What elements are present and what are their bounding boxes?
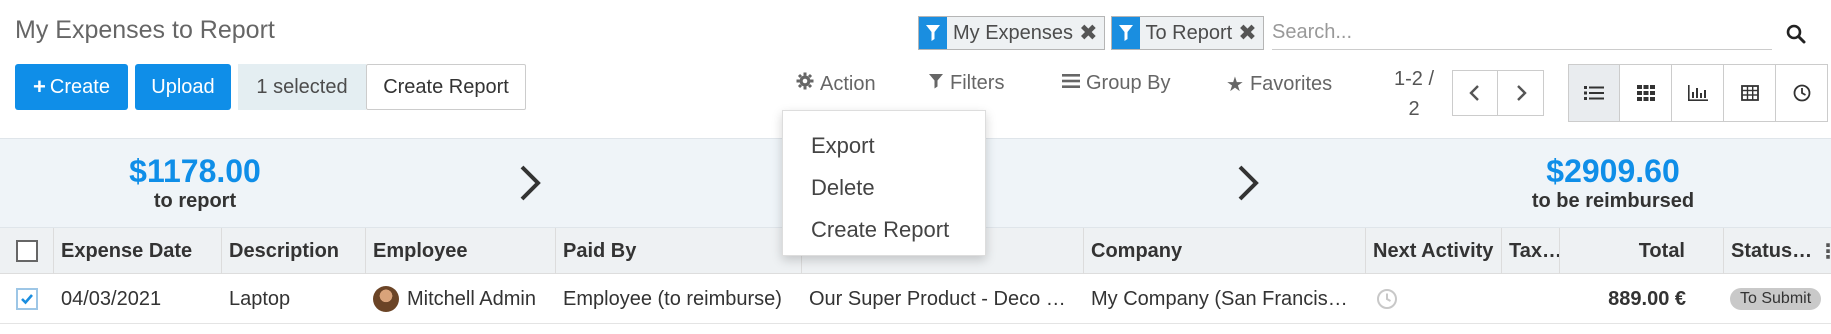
menu-item-export[interactable]: Export <box>783 125 985 167</box>
to-be-reimbursed-stat[interactable]: $2909.60 to be reimbursed <box>1518 153 1708 213</box>
cell-status: To Submit <box>1724 274 1831 324</box>
action-dropdown-menu: Export Delete Create Report <box>782 110 986 256</box>
kanban-view-button[interactable] <box>1620 64 1672 122</box>
create-button-label: Create <box>49 75 110 98</box>
menu-item-delete[interactable]: Delete <box>783 167 985 209</box>
column-header-paid-by[interactable]: Paid By <box>556 228 802 274</box>
column-header-next-activity[interactable]: Next Activity <box>1366 228 1502 274</box>
pager-total: 2 <box>1408 98 1420 120</box>
cell-description: Laptop <box>229 287 291 310</box>
filters-menu-label: Filters <box>950 72 1005 94</box>
create-button[interactable]: + Create <box>15 64 128 110</box>
search-facets: My Expenses ✖ To Report ✖ <box>918 16 1264 50</box>
clock-icon <box>1793 84 1810 102</box>
bar-chart-icon <box>1687 85 1708 101</box>
chevron-right-icon <box>520 165 541 201</box>
grid-icon <box>1636 85 1655 101</box>
select-all-cell <box>0 228 54 274</box>
graph-view-button[interactable] <box>1672 64 1724 122</box>
list-icon <box>1584 86 1604 100</box>
filter-icon <box>919 17 947 49</box>
to-report-stat[interactable]: $1178.00 to report <box>120 153 270 213</box>
close-icon[interactable]: ✖ <box>1236 17 1262 49</box>
pager-range: 1-2 / <box>1393 68 1435 90</box>
cell-next-activity <box>1366 274 1502 324</box>
check-icon <box>21 294 33 305</box>
selected-count-badge: 1 selected <box>238 64 366 110</box>
cell-company: My Company (San Francis… <box>1091 287 1348 310</box>
cell-tax <box>1502 274 1560 324</box>
column-header-expense-date[interactable]: Expense Date <box>54 228 222 274</box>
select-all-checkbox[interactable] <box>15 240 38 262</box>
avatar[interactable] <box>373 286 399 312</box>
clock-icon[interactable] <box>1376 288 1398 310</box>
search-input[interactable] <box>1272 16 1772 50</box>
column-header-tax[interactable]: Tax… <box>1502 228 1560 274</box>
column-header-company[interactable]: Company <box>1084 228 1366 274</box>
cell-expense-date: 04/03/2021 <box>61 287 162 310</box>
column-header-status-label: Status… <box>1731 239 1813 262</box>
pivot-view-button[interactable] <box>1724 64 1776 122</box>
view-switcher <box>1568 64 1828 122</box>
group-by-menu-label: Group By <box>1086 72 1171 94</box>
plus-icon: + <box>33 74 46 99</box>
pager-previous-button[interactable] <box>1452 70 1498 116</box>
column-header-status[interactable]: Status… ⋮ <box>1724 228 1831 274</box>
cell-employee: Mitchell Admin <box>366 274 556 324</box>
filter-icon <box>928 72 944 95</box>
search-icon[interactable] <box>1782 20 1810 48</box>
table-row[interactable]: 04/03/2021 Laptop Mitchell Admin Employe… <box>0 274 1831 324</box>
to-report-amount: $1178.00 <box>129 153 261 189</box>
column-header-employee[interactable]: Employee <box>366 228 556 274</box>
favorites-menu-label: Favorites <box>1249 73 1333 95</box>
list-view-button[interactable] <box>1568 64 1620 122</box>
activity-view-button[interactable] <box>1776 64 1828 122</box>
to-be-reimbursed-label: to be reimbursed <box>1531 190 1695 212</box>
employee-name: Mitchell Admin <box>407 287 536 310</box>
row-select-cell <box>0 274 54 324</box>
to-be-reimbursed-amount: $2909.60 <box>1546 153 1680 189</box>
table-icon <box>1740 85 1759 101</box>
action-menu-toggle[interactable]: Action <box>796 72 876 96</box>
group-by-menu-toggle[interactable]: Group By <box>1062 72 1170 95</box>
cell-product: Our Super Product - Deco … <box>809 287 1066 310</box>
facet-label: To Report <box>1145 21 1233 44</box>
star-icon: ★ <box>1226 74 1244 96</box>
column-header-total[interactable]: Total <box>1560 228 1724 274</box>
filter-icon <box>1111 17 1140 49</box>
pager-next-button[interactable] <box>1498 70 1544 116</box>
close-icon[interactable]: ✖ <box>1077 17 1103 49</box>
cell-total: 889.00 € <box>1608 287 1686 310</box>
facet-to-report[interactable]: To Report ✖ <box>1110 16 1264 50</box>
chevron-left-icon <box>1469 85 1479 101</box>
pager-value[interactable]: 1-2 / 2 <box>1378 64 1450 124</box>
status-badge: To Submit <box>1730 288 1822 310</box>
column-header-description[interactable]: Description <box>222 228 366 274</box>
page-title: My Expenses to Report <box>15 16 275 44</box>
create-report-button[interactable]: Create Report <box>366 64 526 110</box>
to-report-label: to report <box>153 190 237 212</box>
column-options-icon[interactable]: ⋮ <box>1818 239 1831 264</box>
row-checkbox[interactable] <box>16 288 38 310</box>
cell-paid-by: Employee (to reimburse) <box>563 287 782 310</box>
action-menu-label: Action <box>820 72 876 95</box>
menu-item-create-report[interactable]: Create Report <box>783 209 985 251</box>
gear-icon <box>796 72 814 96</box>
facet-my-expenses[interactable]: My Expenses ✖ <box>918 16 1105 50</box>
upload-button[interactable]: Upload <box>135 64 231 110</box>
filters-menu-toggle[interactable]: Filters <box>928 72 1004 95</box>
facet-label: My Expenses <box>953 21 1074 44</box>
bars-icon <box>1062 72 1080 95</box>
favorites-menu-toggle[interactable]: ★ Favorites <box>1226 72 1332 97</box>
chevron-right-icon <box>1516 85 1527 101</box>
chevron-right-icon <box>1238 165 1259 201</box>
pager-buttons <box>1452 70 1544 116</box>
